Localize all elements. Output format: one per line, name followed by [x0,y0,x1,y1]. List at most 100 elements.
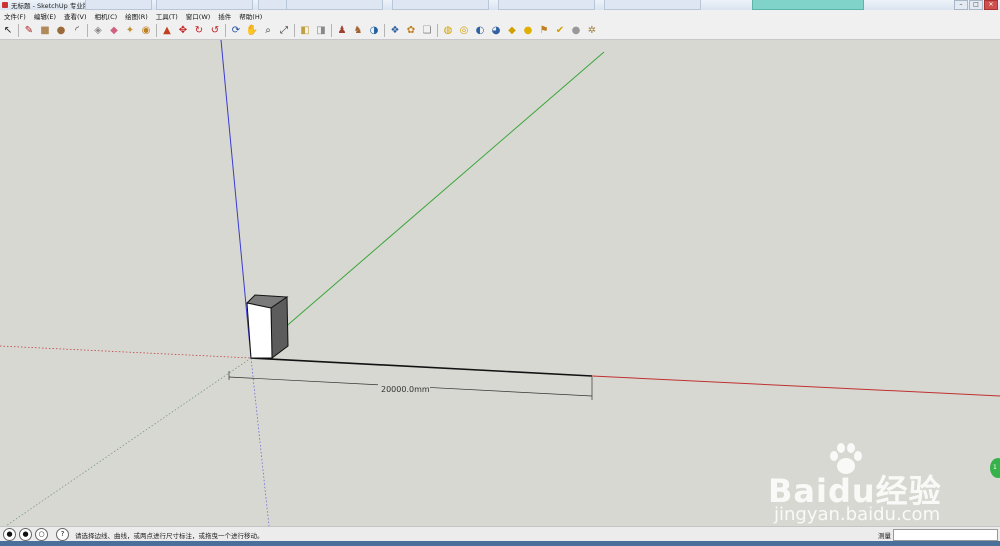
offset-tool-button[interactable]: ↺ [207,23,223,38]
select-tool-button[interactable]: ↖ [0,23,16,38]
styles-icon: ❏ [422,24,432,36]
orbit-tool-button[interactable]: ⟳ [228,23,244,38]
sphere-button[interactable]: ● [568,23,584,38]
minimize-button[interactable]: – [954,0,968,10]
walk-tool-icon: ♞ [353,24,363,36]
measured-edge[interactable] [250,357,593,377]
upload-component-button[interactable]: ◕ [488,23,504,38]
flag-icon: ⚑ [539,24,549,36]
paint-bucket-icon: ◉ [141,24,151,36]
box-model[interactable] [245,294,289,359]
flag-button[interactable]: ⚑ [536,23,552,38]
red-axis [591,375,1000,397]
google-earth-button[interactable]: ◍ [440,23,456,38]
menu-plugins[interactable]: 插件 [214,11,235,21]
make-component-icon: ◈ [94,24,102,36]
arc-tool-icon: ◜ [75,24,79,36]
side-widget[interactable]: 1 [990,458,1000,478]
push-pull-button[interactable]: ▲ [159,23,175,38]
sandbox-icon: ✲ [587,24,597,36]
menu-edit[interactable]: 编辑(E) [30,11,60,21]
position-camera-button[interactable]: ♟ [334,23,350,38]
zoom-tool-icon: ⌕ [265,24,271,36]
pan-tool-button[interactable]: ✋ [244,23,260,38]
get-models-button[interactable]: ◎ [456,23,472,38]
instructor-icon[interactable]: ○ [35,528,48,541]
window-title: 无标题 - SketchUp 专业版 [11,2,90,10]
dimension[interactable]: 20000.0mm [228,371,593,400]
credits-icon[interactable]: ● [19,528,32,541]
watermark-url: jingyan.baidu.com [774,504,941,525]
menu-draw[interactable]: 绘图(R) [121,11,152,21]
menu-help[interactable]: 帮助(H) [235,11,266,21]
toolbar-separator [331,24,332,37]
menu-camera[interactable]: 相机(C) [91,11,122,21]
menu-file[interactable]: 文件(F) [0,11,30,21]
window-controls: – □ ✕ [954,0,998,10]
blue-axis-negative [250,357,270,526]
line-tool-button[interactable]: ✎ [21,23,37,38]
orbit-tool-icon: ⟳ [231,24,241,36]
rectangle-tool-button[interactable]: ■ [37,23,53,38]
zoom-tool-button[interactable]: ⌕ [260,23,276,38]
pin-icon: ✔ [555,24,565,36]
circle-tool-button[interactable]: ● [53,23,69,38]
sphere-icon: ● [571,24,581,36]
pin-button[interactable]: ✔ [552,23,568,38]
offset-tool-icon: ↺ [210,24,220,36]
look-around-button[interactable]: ◑ [366,23,382,38]
background-tab[interactable] [392,0,489,10]
materials-button[interactable]: ✿ [403,23,419,38]
geo-location-icon[interactable]: ● [3,528,16,541]
baidu-watermark: Baidu经验 jingyan.baidu.com [768,436,958,526]
rotate-tool-button[interactable]: ↻ [191,23,207,38]
next-view-button[interactable]: ◨ [313,23,329,38]
status-bar: ● ● ○ ? 请选择边线、曲线，或两点进行尺寸标注，或拖曳一个进行移动。 测量 [0,526,1000,542]
background-tab[interactable] [156,0,253,10]
main-toolbar: ↖ ✎ ■ ● ◜ ◈ ◆ ✦ ◉ ▲ ✥ ↻ ↺ ⟳ ✋ ⌕ ⤢ ◧ ◨ ♟ ♞ ◑ ❖ ✿ ❏ ◍ ◎ ◐ ◕ ◆ ● ⚑ ✔ ● ✲ [0,22,1000,40]
materials-icon: ✿ [406,24,416,36]
maximize-button[interactable]: □ [969,0,983,10]
box-front-face [246,302,273,359]
make-component-button[interactable]: ◈ [90,23,106,38]
blue-axis [220,40,252,359]
help-icon[interactable]: ? [56,528,69,541]
tape-measure-button[interactable]: ✦ [122,23,138,38]
sun-button[interactable]: ● [520,23,536,38]
menu-tools[interactable]: 工具(T) [152,11,182,21]
eraser-tool-button[interactable]: ◆ [106,23,122,38]
active-tab[interactable] [752,0,864,10]
extension-warehouse-button[interactable]: ◆ [504,23,520,38]
background-tab[interactable] [286,0,383,10]
background-tab[interactable] [85,0,152,10]
zoom-extents-icon: ⤢ [280,24,288,36]
rotate-tool-icon: ↻ [194,24,204,36]
styles-button[interactable]: ❏ [419,23,435,38]
toolbar-separator [156,24,157,37]
background-tab[interactable] [498,0,595,10]
arc-tool-button[interactable]: ◜ [69,23,85,38]
sandbox-button[interactable]: ✲ [584,23,600,38]
walk-tool-button[interactable]: ♞ [350,23,366,38]
menu-window[interactable]: 窗口(W) [182,11,215,21]
measurements-input[interactable] [893,529,998,541]
google-earth-icon: ◍ [443,24,453,36]
zoom-extents-button[interactable]: ⤢ [276,23,292,38]
measurements-label: 测量 [878,532,891,540]
previous-view-button[interactable]: ◧ [297,23,313,38]
next-view-icon: ◨ [316,24,326,36]
menu-view[interactable]: 查看(V) [60,11,91,21]
share-model-icon: ◐ [475,24,485,36]
toolbar-separator [437,24,438,37]
components-button[interactable]: ❖ [387,23,403,38]
eraser-tool-icon: ◆ [110,24,118,36]
upload-component-icon: ◕ [491,24,501,36]
background-tab[interactable] [604,0,701,10]
extension-warehouse-icon: ◆ [508,24,516,36]
share-model-button[interactable]: ◐ [472,23,488,38]
previous-view-icon: ◧ [300,24,310,36]
rectangle-tool-icon: ■ [40,24,50,36]
paint-bucket-button[interactable]: ◉ [138,23,154,38]
move-tool-button[interactable]: ✥ [175,23,191,38]
close-button[interactable]: ✕ [984,0,998,10]
